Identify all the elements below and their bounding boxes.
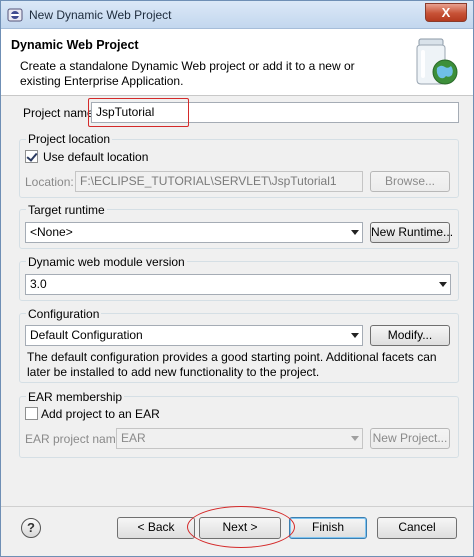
module-version-select[interactable]: 3.0	[25, 274, 451, 295]
ear-membership-label: EAR membership	[26, 390, 125, 404]
configuration-label: Configuration	[26, 307, 102, 321]
target-runtime-label: Target runtime	[26, 203, 107, 217]
location-input[interactable]: F:\ECLIPSE_TUTORIAL\SERVLET\JspTutorial1	[75, 171, 363, 192]
target-runtime-select[interactable]: <None>	[25, 222, 363, 243]
configuration-selected: Default Configuration	[30, 328, 143, 342]
web-project-jar-icon	[416, 38, 458, 85]
configuration-select[interactable]: Default Configuration	[25, 325, 363, 346]
chevron-down-icon	[439, 282, 447, 287]
ear-project-select[interactable]: EAR	[116, 428, 363, 449]
add-to-ear-label: Add project to an EAR	[41, 407, 160, 421]
close-button[interactable]: X	[425, 3, 467, 22]
chevron-down-icon	[351, 230, 359, 235]
chevron-down-icon	[351, 333, 359, 338]
modify-button[interactable]: Modify...	[370, 325, 450, 346]
eclipse-window-icon	[7, 8, 23, 22]
module-version-label: Dynamic web module version	[26, 255, 187, 269]
chevron-down-icon	[351, 436, 359, 441]
finish-button[interactable]: Finish	[289, 517, 367, 539]
annotation-highlight-ellipse	[187, 506, 295, 548]
page-title: Dynamic Web Project	[11, 38, 139, 52]
dialog-window: New Dynamic Web Project X Dynamic Web Pr…	[0, 0, 474, 557]
project-name-label: Project name:	[23, 106, 98, 120]
cancel-button[interactable]: Cancel	[377, 517, 457, 539]
new-runtime-button[interactable]: New Runtime...	[370, 222, 453, 243]
ear-project-selected: EAR	[121, 431, 146, 445]
annotation-highlight-box	[88, 98, 189, 127]
window-title: New Dynamic Web Project	[29, 8, 172, 22]
new-ear-project-button[interactable]: New Project...	[370, 428, 450, 449]
wizard-header: Dynamic Web Project Create a standalone …	[1, 29, 473, 96]
back-button[interactable]: < Back	[117, 517, 195, 539]
browse-button[interactable]: Browse...	[370, 171, 450, 192]
add-to-ear-checkbox[interactable]	[25, 407, 38, 420]
help-icon[interactable]: ?	[21, 518, 41, 538]
project-location-label: Project location	[26, 132, 113, 146]
title-bar[interactable]: New Dynamic Web Project X	[1, 1, 473, 29]
target-runtime-selected: <None>	[30, 225, 73, 239]
close-icon: X	[441, 5, 451, 20]
use-default-location-label: Use default location	[43, 150, 149, 164]
location-label: Location:	[25, 175, 74, 189]
configuration-description: The default configuration provides a goo…	[27, 350, 437, 379]
page-description: Create a standalone Dynamic Web project …	[20, 59, 355, 88]
ear-project-name-label: EAR project name:	[25, 432, 126, 446]
use-default-location-checkbox[interactable]	[25, 150, 38, 163]
module-version-selected: 3.0	[30, 277, 47, 291]
